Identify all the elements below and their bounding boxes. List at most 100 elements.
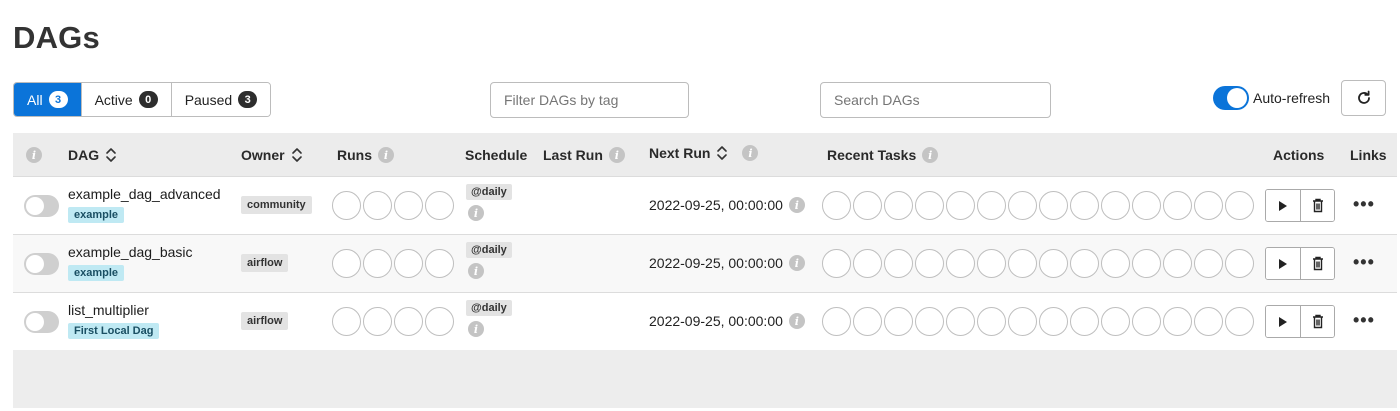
- task-state-circle[interactable]: [884, 191, 913, 220]
- task-state-circle[interactable]: [853, 307, 882, 336]
- delete-dag-button[interactable]: [1300, 306, 1334, 337]
- info-icon[interactable]: i: [468, 263, 484, 279]
- schedule-badge[interactable]: @daily: [466, 184, 512, 200]
- task-state-circle[interactable]: [1008, 249, 1037, 278]
- task-state-circle[interactable]: [1132, 191, 1161, 220]
- task-state-circle[interactable]: [977, 249, 1006, 278]
- run-state-circle[interactable]: [425, 191, 454, 220]
- action-buttons: [1265, 305, 1335, 338]
- task-state-circle[interactable]: [915, 307, 944, 336]
- task-state-circle[interactable]: [915, 249, 944, 278]
- info-icon[interactable]: i: [788, 197, 805, 213]
- task-state-circle[interactable]: [1070, 249, 1099, 278]
- task-state-circle[interactable]: [1194, 191, 1223, 220]
- more-links-icon[interactable]: •••: [1353, 252, 1375, 273]
- task-state-circle[interactable]: [1194, 249, 1223, 278]
- schedule-badge[interactable]: @daily: [466, 300, 512, 316]
- delete-dag-button[interactable]: [1300, 190, 1334, 221]
- info-icon[interactable]: i: [788, 255, 805, 271]
- info-icon[interactable]: i: [922, 147, 939, 163]
- task-state-circle[interactable]: [1101, 307, 1130, 336]
- task-state-circle[interactable]: [1225, 249, 1254, 278]
- run-state-circle[interactable]: [332, 249, 361, 278]
- task-state-circle[interactable]: [1008, 191, 1037, 220]
- task-state-circle[interactable]: [1132, 307, 1161, 336]
- tag-filter-input[interactable]: [490, 82, 689, 118]
- delete-dag-button[interactable]: [1300, 248, 1334, 279]
- task-state-circle[interactable]: [1163, 307, 1192, 336]
- info-icon[interactable]: i: [742, 145, 759, 161]
- task-state-circle[interactable]: [1163, 249, 1192, 278]
- dag-id-link[interactable]: list_multiplier: [68, 302, 149, 318]
- dag-id-link[interactable]: example_dag_advanced: [68, 186, 221, 202]
- task-state-circle[interactable]: [884, 249, 913, 278]
- dag-tag[interactable]: example: [68, 265, 125, 281]
- owner-badge[interactable]: airflow: [241, 312, 289, 330]
- filter-active-button[interactable]: Active 0: [81, 83, 172, 116]
- task-state-circle[interactable]: [822, 307, 851, 336]
- task-state-circle[interactable]: [1008, 307, 1037, 336]
- task-state-circle[interactable]: [977, 191, 1006, 220]
- task-state-circle[interactable]: [1039, 307, 1068, 336]
- schedule-badge[interactable]: @daily: [466, 242, 512, 258]
- dag-id-link[interactable]: example_dag_basic: [68, 244, 193, 260]
- info-icon[interactable]: i: [608, 147, 625, 163]
- task-state-circle[interactable]: [1039, 249, 1068, 278]
- run-state-circle[interactable]: [363, 191, 392, 220]
- task-state-circle[interactable]: [946, 191, 975, 220]
- info-icon[interactable]: i: [26, 147, 42, 163]
- task-state-circle[interactable]: [1070, 307, 1099, 336]
- info-icon[interactable]: i: [468, 321, 484, 337]
- task-state-circle[interactable]: [853, 249, 882, 278]
- task-state-circle[interactable]: [1132, 249, 1161, 278]
- run-state-circle[interactable]: [425, 249, 454, 278]
- task-state-circle[interactable]: [1101, 249, 1130, 278]
- task-state-circle[interactable]: [1039, 191, 1068, 220]
- auto-refresh-toggle[interactable]: [1213, 86, 1249, 110]
- info-icon[interactable]: i: [378, 147, 394, 163]
- info-icon[interactable]: i: [468, 205, 484, 221]
- task-state-circle[interactable]: [1225, 307, 1254, 336]
- pause-toggle[interactable]: [24, 253, 59, 275]
- task-state-circle[interactable]: [853, 191, 882, 220]
- task-state-circle[interactable]: [884, 307, 913, 336]
- dag-tag[interactable]: example: [68, 207, 125, 223]
- pause-toggle[interactable]: [24, 195, 59, 217]
- owner-badge[interactable]: airflow: [241, 254, 289, 272]
- task-state-circle[interactable]: [1101, 191, 1130, 220]
- more-links-icon[interactable]: •••: [1353, 310, 1375, 331]
- task-state-circle[interactable]: [822, 249, 851, 278]
- more-links-icon[interactable]: •••: [1353, 194, 1375, 215]
- task-state-circle[interactable]: [915, 191, 944, 220]
- owner-badge[interactable]: community: [241, 196, 312, 214]
- run-state-circle[interactable]: [363, 307, 392, 336]
- run-state-circle[interactable]: [394, 191, 423, 220]
- filter-paused-button[interactable]: Paused 3: [171, 83, 271, 116]
- task-state-circle[interactable]: [1070, 191, 1099, 220]
- run-state-circle[interactable]: [425, 307, 454, 336]
- run-state-circle[interactable]: [332, 307, 361, 336]
- pause-toggle[interactable]: [24, 311, 59, 333]
- run-state-circle[interactable]: [394, 307, 423, 336]
- run-state-circle[interactable]: [394, 249, 423, 278]
- info-icon[interactable]: i: [788, 313, 805, 329]
- refresh-button[interactable]: [1341, 80, 1386, 116]
- run-state-circle[interactable]: [363, 249, 392, 278]
- task-state-circle[interactable]: [1163, 191, 1192, 220]
- run-state-circle[interactable]: [332, 191, 361, 220]
- task-state-circle[interactable]: [1194, 307, 1223, 336]
- task-state-circle[interactable]: [946, 249, 975, 278]
- trigger-dag-button[interactable]: [1266, 190, 1300, 221]
- task-state-circle[interactable]: [977, 307, 1006, 336]
- header-owner[interactable]: Owner: [241, 147, 303, 163]
- header-dag[interactable]: DAG: [68, 147, 117, 163]
- trigger-dag-button[interactable]: [1266, 306, 1300, 337]
- task-state-circle[interactable]: [1225, 191, 1254, 220]
- search-input[interactable]: [820, 82, 1051, 118]
- dag-tag[interactable]: First Local Dag: [68, 323, 160, 339]
- filter-all-button[interactable]: All 3: [14, 83, 82, 116]
- task-state-circle[interactable]: [822, 191, 851, 220]
- task-state-circle[interactable]: [946, 307, 975, 336]
- trigger-dag-button[interactable]: [1266, 248, 1300, 279]
- header-next-run[interactable]: Next Run i: [649, 145, 759, 161]
